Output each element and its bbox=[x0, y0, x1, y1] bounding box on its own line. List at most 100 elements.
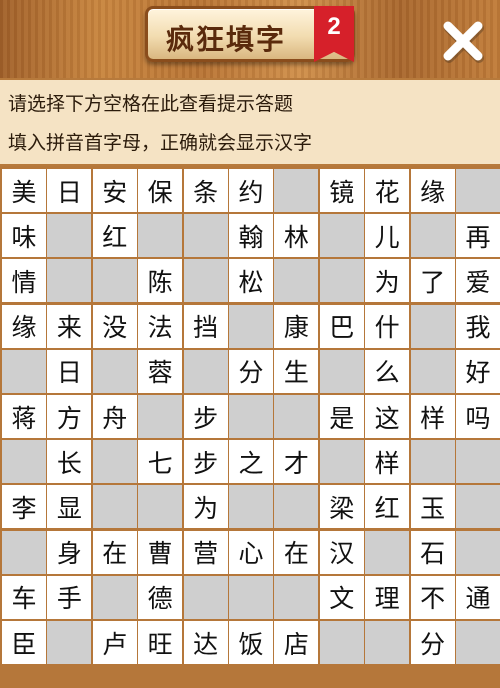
grid-cell[interactable]: 日 bbox=[47, 169, 92, 212]
grid-cell[interactable]: 情 bbox=[2, 259, 46, 303]
grid-cell-empty[interactable] bbox=[229, 395, 273, 438]
grid-cell[interactable]: 什 bbox=[365, 304, 410, 348]
grid-cell[interactable]: 康 bbox=[274, 304, 319, 348]
grid-cell[interactable]: 才 bbox=[274, 440, 319, 484]
grid-cell[interactable]: 缘 bbox=[2, 304, 46, 348]
grid-cell-empty[interactable] bbox=[274, 575, 319, 619]
grid-cell[interactable]: 旺 bbox=[138, 621, 183, 664]
grid-cell[interactable]: 爱 bbox=[456, 259, 500, 303]
grid-cell-empty[interactable] bbox=[2, 349, 46, 393]
grid-cell-empty[interactable] bbox=[274, 169, 319, 212]
grid-cell[interactable]: 条 bbox=[183, 169, 228, 212]
grid-cell[interactable]: 卢 bbox=[92, 621, 137, 664]
grid-cell[interactable]: 陈 bbox=[138, 259, 183, 303]
grid-cell-empty[interactable] bbox=[47, 214, 92, 258]
grid-cell[interactable]: 保 bbox=[138, 169, 183, 212]
grid-cell[interactable]: 方 bbox=[47, 395, 92, 438]
grid-cell[interactable]: 儿 bbox=[365, 214, 410, 258]
grid-cell[interactable]: 松 bbox=[229, 259, 273, 303]
grid-cell[interactable]: 汉 bbox=[319, 530, 364, 574]
grid-cell[interactable]: 李 bbox=[2, 485, 46, 529]
grid-cell-empty[interactable] bbox=[47, 621, 92, 664]
grid-cell-empty[interactable] bbox=[2, 440, 46, 484]
grid-cell[interactable]: 臣 bbox=[2, 621, 46, 664]
grid-cell[interactable]: 车 bbox=[2, 575, 46, 619]
grid-cell-empty[interactable] bbox=[274, 485, 319, 529]
grid-cell[interactable]: 曹 bbox=[138, 530, 183, 574]
grid-cell[interactable]: 步 bbox=[183, 395, 228, 438]
close-button[interactable] bbox=[438, 16, 488, 66]
grid-cell-empty[interactable] bbox=[456, 169, 500, 212]
grid-cell[interactable]: 达 bbox=[183, 621, 228, 664]
grid-cell[interactable]: 七 bbox=[138, 440, 183, 484]
grid-cell-empty[interactable] bbox=[183, 575, 228, 619]
grid-cell[interactable]: 身 bbox=[47, 530, 92, 574]
grid-cell[interactable]: 样 bbox=[365, 440, 410, 484]
grid-cell-empty[interactable] bbox=[456, 440, 500, 484]
grid-cell[interactable]: 手 bbox=[47, 575, 92, 619]
grid-cell[interactable]: 分 bbox=[410, 621, 455, 664]
grid-cell-empty[interactable] bbox=[138, 485, 183, 529]
grid-cell[interactable]: 在 bbox=[274, 530, 319, 574]
grid-cell[interactable]: 舟 bbox=[92, 395, 137, 438]
grid-cell[interactable]: 巴 bbox=[319, 304, 364, 348]
grid-cell[interactable]: 美 bbox=[2, 169, 46, 212]
grid-cell[interactable]: 饭 bbox=[229, 621, 273, 664]
grid-cell-empty[interactable] bbox=[138, 214, 183, 258]
grid-cell-empty[interactable] bbox=[274, 259, 319, 303]
grid-cell-empty[interactable] bbox=[410, 440, 455, 484]
grid-cell[interactable]: 日 bbox=[47, 349, 92, 393]
grid-cell[interactable]: 法 bbox=[138, 304, 183, 348]
grid-cell[interactable]: 来 bbox=[47, 304, 92, 348]
grid-cell[interactable]: 安 bbox=[92, 169, 137, 212]
grid-cell[interactable]: 红 bbox=[92, 214, 137, 258]
grid-cell[interactable]: 林 bbox=[274, 214, 319, 258]
grid-cell[interactable]: 味 bbox=[2, 214, 46, 258]
grid-cell[interactable]: 样 bbox=[410, 395, 455, 438]
grid-cell[interactable]: 好 bbox=[456, 349, 500, 393]
grid-cell[interactable]: 我 bbox=[456, 304, 500, 348]
grid-cell[interactable]: 德 bbox=[138, 575, 183, 619]
grid-cell-empty[interactable] bbox=[138, 395, 183, 438]
grid-cell[interactable]: 营 bbox=[183, 530, 228, 574]
grid-cell-empty[interactable] bbox=[92, 259, 137, 303]
grid-cell-empty[interactable] bbox=[319, 440, 364, 484]
grid-cell[interactable]: 文 bbox=[319, 575, 364, 619]
grid-cell[interactable]: 为 bbox=[183, 485, 228, 529]
grid-cell-empty[interactable] bbox=[365, 530, 410, 574]
grid-cell-empty[interactable] bbox=[183, 349, 228, 393]
grid-cell-empty[interactable] bbox=[319, 259, 364, 303]
grid-cell[interactable]: 没 bbox=[92, 304, 137, 348]
grid-cell[interactable]: 通 bbox=[456, 575, 500, 619]
grid-cell[interactable]: 镜 bbox=[319, 169, 364, 212]
grid-cell[interactable]: 是 bbox=[319, 395, 364, 438]
grid-cell[interactable]: 理 bbox=[365, 575, 410, 619]
grid-cell[interactable]: 步 bbox=[183, 440, 228, 484]
grid-cell-empty[interactable] bbox=[365, 621, 410, 664]
grid-cell-empty[interactable] bbox=[2, 530, 46, 574]
grid-cell[interactable]: 蓉 bbox=[138, 349, 183, 393]
grid-cell-empty[interactable] bbox=[92, 575, 137, 619]
grid-cell[interactable]: 花 bbox=[365, 169, 410, 212]
grid-cell[interactable]: 再 bbox=[456, 214, 500, 258]
grid-cell[interactable]: 么 bbox=[365, 349, 410, 393]
grid-cell[interactable]: 玉 bbox=[410, 485, 455, 529]
grid-cell-empty[interactable] bbox=[92, 440, 137, 484]
grid-cell[interactable]: 分 bbox=[229, 349, 273, 393]
grid-cell-empty[interactable] bbox=[456, 485, 500, 529]
grid-cell-empty[interactable] bbox=[410, 304, 455, 348]
grid-cell[interactable]: 在 bbox=[92, 530, 137, 574]
grid-cell[interactable]: 店 bbox=[274, 621, 319, 664]
grid-cell[interactable]: 石 bbox=[410, 530, 455, 574]
grid-cell[interactable]: 吗 bbox=[456, 395, 500, 438]
grid-cell[interactable]: 生 bbox=[274, 349, 319, 393]
grid-cell[interactable]: 蒋 bbox=[2, 395, 46, 438]
grid-cell[interactable]: 了 bbox=[410, 259, 455, 303]
grid-cell-empty[interactable] bbox=[456, 621, 500, 664]
grid-cell-empty[interactable] bbox=[229, 485, 273, 529]
grid-cell[interactable]: 约 bbox=[229, 169, 273, 212]
grid-cell[interactable]: 长 bbox=[47, 440, 92, 484]
grid-cell[interactable]: 红 bbox=[365, 485, 410, 529]
grid-cell[interactable]: 梁 bbox=[319, 485, 364, 529]
grid-cell-empty[interactable] bbox=[92, 485, 137, 529]
